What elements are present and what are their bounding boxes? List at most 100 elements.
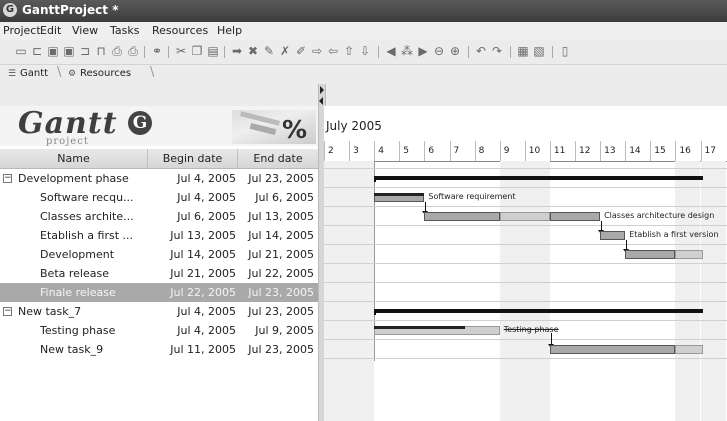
- scroll-left-icon[interactable]: ◀: [384, 44, 398, 58]
- task-bar[interactable]: [499, 212, 550, 221]
- task-bar[interactable]: [549, 212, 601, 221]
- table-row[interactable]: Finale release Jul 22, 2005 Jul 23, 2005: [0, 283, 318, 302]
- unlink-icon[interactable]: ✗: [278, 44, 292, 58]
- task-bar[interactable]: [625, 250, 676, 259]
- end-date-cell[interactable]: Jul 23, 2005: [238, 340, 314, 359]
- scroll-right-icon[interactable]: ▶: [416, 44, 430, 58]
- begin-date-cell[interactable]: Jul 11, 2005: [148, 340, 236, 359]
- print-icon[interactable]: ⎙: [110, 44, 124, 58]
- begin-date-cell[interactable]: Jul 6, 2005: [148, 207, 236, 226]
- end-date-cell[interactable]: Jul 23, 2005: [238, 302, 314, 321]
- row-gridline: [324, 168, 727, 169]
- column-header-end-date[interactable]: End date: [238, 149, 319, 168]
- more-tools-icon[interactable]: ▯: [558, 44, 572, 58]
- summary-bar[interactable]: [374, 176, 703, 180]
- save-as-icon[interactable]: ▣: [62, 44, 76, 58]
- tab-gantt[interactable]: ☰ Gantt: [6, 66, 48, 82]
- cut-icon[interactable]: ✂: [174, 44, 188, 58]
- end-date-cell[interactable]: Jul 23, 2005: [238, 283, 314, 302]
- end-date-cell[interactable]: Jul 6, 2005: [238, 188, 314, 207]
- report-icon[interactable]: ▦: [516, 44, 530, 58]
- new-project-icon[interactable]: ▭: [14, 44, 28, 58]
- begin-date-cell[interactable]: Jul 22, 2005: [148, 283, 236, 302]
- collapse-toggle-icon[interactable]: −: [3, 174, 12, 183]
- print-preview-icon[interactable]: ⎙: [126, 44, 140, 58]
- task-name-cell[interactable]: New task_9: [40, 340, 103, 359]
- task-bar[interactable]: [675, 345, 703, 354]
- task-bar[interactable]: [600, 231, 626, 240]
- menu-view[interactable]: View: [72, 24, 98, 37]
- critical-path-icon[interactable]: ⁂: [400, 44, 414, 58]
- zoom-out-icon[interactable]: ⊖: [432, 44, 446, 58]
- chart-export-icon[interactable]: ▧: [532, 44, 546, 58]
- copy-icon[interactable]: ❐: [190, 44, 204, 58]
- menu-help[interactable]: Help: [217, 24, 242, 37]
- tab-resources[interactable]: ⚙ Resources: [66, 66, 131, 82]
- weekend-column: [349, 161, 375, 421]
- task-properties-icon[interactable]: ✎: [262, 44, 276, 58]
- save-icon[interactable]: ▣: [46, 44, 60, 58]
- column-header-name[interactable]: Name: [0, 149, 148, 168]
- end-date-cell[interactable]: Jul 22, 2005: [238, 264, 314, 283]
- table-row[interactable]: − Development phase Jul 4, 2005 Jul 23, 200…: [0, 169, 318, 188]
- end-date-cell[interactable]: Jul 14, 2005: [238, 226, 314, 245]
- task-name-cell[interactable]: Finale release: [40, 283, 116, 302]
- open-project-icon[interactable]: ⊏: [30, 44, 44, 58]
- begin-date-cell[interactable]: Jul 4, 2005: [148, 302, 236, 321]
- paste-icon[interactable]: ▤: [206, 44, 220, 58]
- table-row[interactable]: Testing phase Jul 4, 2005 Jul 9, 2005: [0, 321, 318, 340]
- task-name-cell[interactable]: New task_7: [18, 302, 81, 321]
- task-bar[interactable]: [549, 345, 676, 354]
- task-name-cell[interactable]: Development: [40, 245, 114, 264]
- begin-date-cell[interactable]: Jul 4, 2005: [148, 169, 236, 188]
- arrow-right-icon[interactable]: ⇨: [310, 44, 324, 58]
- table-row[interactable]: Beta release Jul 21, 2005 Jul 22, 2005: [0, 264, 318, 283]
- redo-icon[interactable]: ↷: [490, 44, 504, 58]
- expand-right-icon[interactable]: [320, 86, 324, 94]
- collapse-toggle-icon[interactable]: −: [3, 307, 12, 316]
- arrow-left-icon[interactable]: ⇦: [326, 44, 340, 58]
- export-icon[interactable]: ⊓: [94, 44, 108, 58]
- menu-tasks[interactable]: Tasks: [110, 24, 139, 37]
- end-date-cell[interactable]: Jul 23, 2005: [238, 169, 314, 188]
- table-row[interactable]: Classes archite... Jul 6, 2005 Jul 13, 200…: [0, 207, 318, 226]
- begin-date-cell[interactable]: Jul 14, 2005: [148, 245, 236, 264]
- link-icon[interactable]: ⚭: [150, 44, 164, 58]
- end-date-cell[interactable]: Jul 9, 2005: [238, 321, 314, 340]
- undo-icon[interactable]: ↶: [474, 44, 488, 58]
- task-name-cell[interactable]: Testing phase: [40, 321, 115, 340]
- begin-date-cell[interactable]: Jul 13, 2005: [148, 226, 236, 245]
- import-icon[interactable]: ⊐: [78, 44, 92, 58]
- expand-left-icon[interactable]: [319, 97, 323, 105]
- begin-date-cell[interactable]: Jul 4, 2005: [148, 321, 236, 340]
- task-name-cell[interactable]: Development phase: [18, 169, 129, 188]
- table-row[interactable]: Etablish a first ... Jul 13, 2005 Jul 14, …: [0, 226, 318, 245]
- table-row[interactable]: Development Jul 14, 2005 Jul 21, 2005: [0, 245, 318, 264]
- task-name-cell[interactable]: Beta release: [40, 264, 109, 283]
- delete-task-icon[interactable]: ✖: [246, 44, 260, 58]
- day-label: 16: [675, 141, 700, 161]
- menu-project[interactable]: Project: [3, 24, 41, 37]
- link-tasks-icon[interactable]: ✐: [294, 44, 308, 58]
- task-name-cell[interactable]: Software recqu...: [40, 188, 134, 207]
- end-date-cell[interactable]: Jul 13, 2005: [238, 207, 314, 226]
- summary-bar[interactable]: [374, 309, 703, 313]
- day-label: 17: [700, 141, 726, 161]
- task-name-cell[interactable]: Etablish a first ...: [40, 226, 133, 245]
- table-row[interactable]: New task_9 Jul 11, 2005 Jul 23, 2005: [0, 340, 318, 359]
- begin-date-cell[interactable]: Jul 21, 2005: [148, 264, 236, 283]
- arrow-up-icon[interactable]: ⇧: [342, 44, 356, 58]
- task-name-cell[interactable]: Classes archite...: [40, 207, 134, 226]
- task-bar[interactable]: [424, 212, 500, 221]
- new-task-icon[interactable]: ➡: [230, 44, 244, 58]
- table-row[interactable]: − New task_7 Jul 4, 2005 Jul 23, 2005: [0, 302, 318, 321]
- column-header-begin-date[interactable]: Begin date: [148, 149, 238, 168]
- table-row[interactable]: Software recqu... Jul 4, 2005 Jul 6, 2005: [0, 188, 318, 207]
- task-bar[interactable]: [675, 250, 703, 259]
- begin-date-cell[interactable]: Jul 4, 2005: [148, 188, 236, 207]
- arrow-down-icon[interactable]: ⇩: [358, 44, 372, 58]
- zoom-in-icon[interactable]: ⊕: [448, 44, 462, 58]
- end-date-cell[interactable]: Jul 21, 2005: [238, 245, 314, 264]
- menu-resources[interactable]: Resources: [152, 24, 208, 37]
- menu-edit[interactable]: Edit: [40, 24, 61, 37]
